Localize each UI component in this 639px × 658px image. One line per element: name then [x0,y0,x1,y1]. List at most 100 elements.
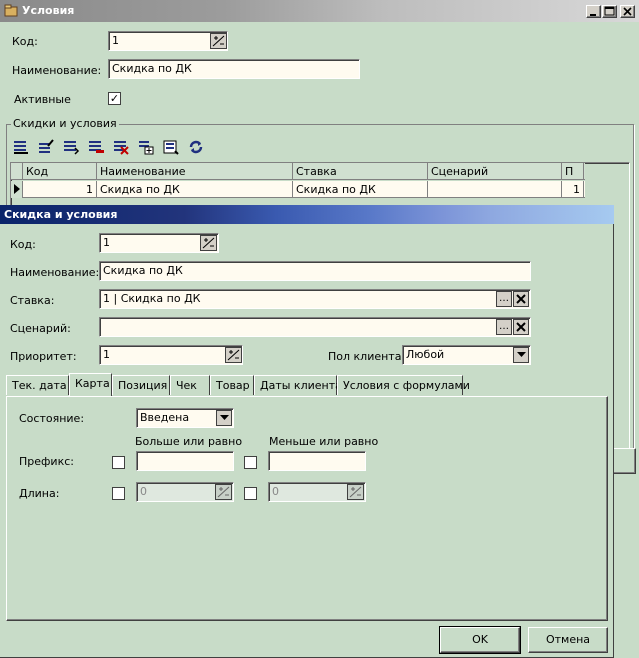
outer-title: Условия [22,4,75,17]
length-gte-value: 0 [140,485,147,498]
code-spin[interactable] [200,235,217,251]
properties-icon[interactable] [162,138,180,156]
grid-header-name[interactable]: Наименование [97,163,293,180]
code-label: Код: [10,238,36,251]
gender-dropdown-button[interactable] [513,347,529,363]
prefix-lte-field[interactable] [268,451,366,471]
spin-calc-icon [202,237,215,249]
cell-text: Скидка по ДК [296,183,376,196]
length-gte-checkbox[interactable] [112,487,125,500]
scenario-field[interactable] [99,317,531,337]
tab-current-date[interactable]: Тек. дата [6,375,69,395]
state-value: Введена [140,411,190,424]
outer-group-label: Скидки и условия [11,117,119,130]
check-icon: ✓ [109,92,120,105]
inner-title: Скидка и условия [4,208,118,221]
priority-spin[interactable] [225,347,242,363]
outer-active-checkbox[interactable]: ✓ [108,92,121,105]
gender-select[interactable]: Любой [402,345,531,365]
tab-product[interactable]: Товар [210,375,254,395]
tab-label: Тек. дата [12,379,67,392]
grid-header-row: Код Наименование Ставка Сценарий П [11,163,585,180]
header-text: Ставка [296,165,337,178]
minimize-button[interactable] [586,5,601,18]
tab-label: Карта [75,377,110,390]
spin-calc-icon [217,486,230,498]
length-gte-spin[interactable] [215,484,232,500]
insert-record-icon[interactable] [62,138,80,156]
name-field[interactable]: Скидка по ДК [99,261,531,281]
row-indicator [11,181,23,198]
priority-label: Приоритет: [10,350,77,363]
cell-scenario [428,181,562,198]
chevron-down-icon [219,415,229,420]
rate-field[interactable]: 1 | Скидка по ДК [99,289,531,309]
outer-toolbar [12,138,212,158]
close-icon [623,7,632,16]
copy-record-icon[interactable] [137,138,155,156]
length-lte-spin[interactable] [347,484,364,500]
maximize-icon [604,6,615,16]
cancel-label: Отмена [545,633,591,646]
grid-header-scenario[interactable]: Сценарий [428,163,562,180]
outer-name-label: Наименование: [12,64,102,77]
tab-page-card: Состояние: Введена Больше или равно Мень… [6,396,608,621]
tab-card[interactable]: Карта [69,373,112,396]
outer-code-spin[interactable] [210,33,227,49]
rate-clear-button[interactable] [513,291,529,307]
tab-client-dates[interactable]: Даты клиента [254,375,342,395]
prefix-label: Префикс: [19,455,74,468]
rate-browse-button[interactable]: … [496,291,512,307]
delete-all-icon[interactable] [112,138,130,156]
lte-label: Меньше или равно [269,435,379,448]
grid-indicator-header [11,163,23,180]
length-lte-value: 0 [272,485,279,498]
cell-code: 1 [23,181,97,198]
tab-label: Товар [216,379,250,392]
gte-label: Больше или равно [135,435,243,448]
minimize-icon [590,14,596,16]
tab-label: Чек [176,379,197,392]
cell-name: Скидка по ДК [97,181,293,198]
cancel-button[interactable]: Отмена [528,627,608,653]
header-text: Сценарий [431,165,489,178]
tab-label: Позиция [118,379,168,392]
tab-receipt[interactable]: Чек [170,375,210,395]
tab-strip: Тек. дата Карта Позиция Чек Товар Даты к… [6,373,606,397]
spin-calc-icon [227,349,240,361]
tab-position[interactable]: Позиция [112,375,170,395]
outer-title-bar: Условия [0,0,639,22]
prefix-lte-checkbox[interactable] [244,456,257,469]
priority-field[interactable]: 1 [99,345,243,365]
tab-formula-conditions[interactable]: Условия с формулами [337,375,470,395]
tab-label: Условия с формулами [343,379,470,392]
ok-button[interactable]: OK [439,626,521,654]
table-row[interactable]: 1 Скидка по ДК Скидка по ДК 1 [11,181,585,198]
maximize-button[interactable] [602,5,617,18]
delete-record-icon[interactable] [87,138,105,156]
scenario-browse-button[interactable]: … [496,319,512,335]
outer-name-field[interactable]: Скидка по ДК [108,59,360,79]
edit-record-icon[interactable] [37,138,55,156]
spin-calc-icon [349,486,362,498]
header-text: П [565,165,574,178]
grid-header-rate[interactable]: Ставка [293,163,428,180]
prefix-gte-checkbox[interactable] [112,456,125,469]
row-pointer-icon [14,184,20,194]
scenario-clear-button[interactable] [513,319,529,335]
cell-text: Скидка по ДК [100,183,180,196]
grid-header-code[interactable]: Код [23,163,97,180]
ellipsis-icon: … [499,293,509,304]
length-lte-checkbox[interactable] [244,487,257,500]
close-button[interactable] [620,5,635,18]
spin-calc-icon [212,35,225,47]
refresh-icon[interactable] [187,138,205,156]
ok-label: OK [472,633,488,646]
grid-header-priority[interactable]: П [562,163,584,180]
first-record-icon[interactable] [12,138,30,156]
header-text: Код [26,165,49,178]
cell-rate: Скидка по ДК [293,181,428,198]
code-value: 1 [103,236,110,249]
state-dropdown-button[interactable] [216,410,232,426]
prefix-gte-field[interactable] [136,451,234,471]
